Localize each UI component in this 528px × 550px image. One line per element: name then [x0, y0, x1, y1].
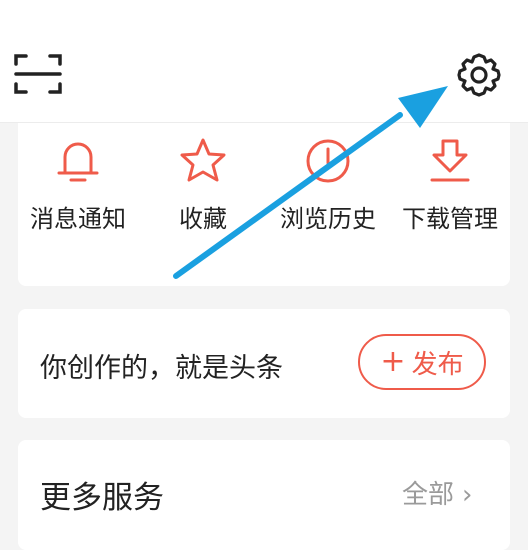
tool-history[interactable]: 浏览历史 [268, 135, 388, 255]
quick-tools-card: 消息通知 收藏 浏览历史 下载管理 [18, 123, 510, 286]
tool-downloads[interactable]: 下载管理 [390, 135, 510, 255]
tool-favorites[interactable]: 收藏 [143, 135, 263, 255]
publish-card: 你创作的，就是头条 + 发布 [18, 309, 510, 418]
tool-label: 收藏 [179, 205, 227, 233]
tool-label: 下载管理 [402, 205, 498, 233]
chevron-right-icon: › [462, 480, 473, 510]
more-services-title: 更多服务 [40, 480, 164, 516]
view-all-link[interactable]: 全部 › [402, 474, 472, 511]
scan-icon[interactable] [12, 50, 64, 98]
tool-label: 浏览历史 [280, 205, 376, 233]
top-bar [0, 0, 528, 122]
download-icon [430, 139, 470, 182]
view-all-label: 全部 [402, 480, 455, 510]
publish-button[interactable]: + 发布 [358, 334, 486, 390]
publish-slogan: 你创作的，就是头条 [40, 353, 283, 384]
star-icon [180, 138, 226, 182]
tool-notifications[interactable]: 消息通知 [18, 135, 138, 255]
gear-icon[interactable] [455, 51, 503, 99]
tool-label: 消息通知 [30, 205, 126, 233]
bell-icon [57, 142, 99, 182]
publish-button-label: 发布 [411, 349, 464, 380]
plus-icon: + [380, 344, 406, 379]
clock-icon [306, 139, 350, 183]
more-services-card: 更多服务 全部 › [18, 440, 510, 550]
